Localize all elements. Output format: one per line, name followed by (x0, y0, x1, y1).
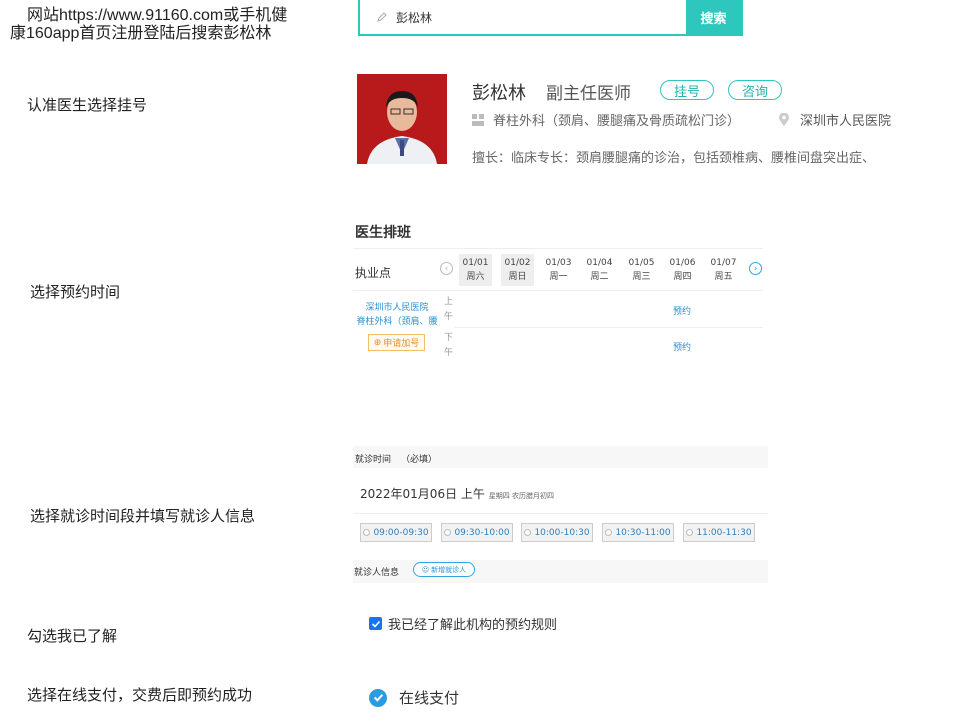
step-2-label: 认准医生选择挂号 (27, 96, 148, 114)
day-date: 01/05 (628, 258, 655, 268)
step-1-line-2: 康160app首页注册登陆后搜索彭松林 (10, 25, 272, 42)
doctor-hospital: 深圳市人民医院 (778, 110, 891, 129)
schedule-day: 01/05 周三 (625, 254, 658, 286)
doctor-dept-text: 脊柱外科（颈肩、腰腿痛及骨质疏松门诊） (493, 114, 741, 129)
day-week: 周二 (590, 272, 609, 282)
visit-time-card: 2022年01月06日 上午 星期四 农历腊月初四 09:00-09:30 09… (353, 468, 768, 560)
patient-info-label: 就诊人信息 (354, 568, 400, 578)
step-6-label: 选择在线支付，交费后即预约成功 (27, 686, 253, 704)
afternoon-label: 下午 (444, 333, 454, 358)
divider (353, 513, 768, 514)
schedule-location: 深圳市人民医院 脊柱外科（颈肩、腰 (353, 301, 441, 329)
schedule-day: 01/06 周四 (666, 254, 699, 286)
doctor-hospital-text: 深圳市人民医院 (800, 114, 892, 129)
day-date: 01/04 (586, 258, 613, 268)
visit-time-header: 就诊时间 （必填） (353, 446, 768, 468)
time-slot[interactable]: 11:00-11:30 (683, 523, 755, 542)
step-1-label: 网站https://www.91160.com或手机健 康160app首页注册登… (10, 7, 310, 43)
schedule-table: 执业点 ‹ 01/01 周六 01/02 周日 01/03 周一 01/04 周… (353, 248, 763, 363)
add-patient-button[interactable]: ☺ 新增就诊人 (413, 562, 475, 577)
doctor-name: 彭松林 (472, 83, 526, 104)
book-afternoon-button[interactable]: 预约 (673, 340, 691, 353)
day-date: 01/02 (504, 258, 531, 268)
doctor-title: 副主任医师 (546, 84, 631, 104)
time-slot[interactable]: 09:00-09:30 (360, 523, 432, 542)
pencil-icon (377, 12, 387, 22)
day-week: 周四 (673, 272, 692, 282)
step-4-label: 选择就诊时间段并填写就诊人信息 (30, 507, 256, 525)
apply-extra-button[interactable]: ⊕ 申请加号 (368, 334, 425, 351)
apply-extra-label: 申请加号 (383, 339, 420, 349)
check-circle-icon[interactable] (369, 688, 387, 707)
payment-label: 在线支付 (399, 689, 460, 707)
step-3-label: 选择预约时间 (30, 283, 121, 301)
visit-date-extra: 星期四 农历腊月初四 (488, 492, 554, 500)
visit-date: 2022年01月06日 上午 星期四 农历腊月初四 (360, 485, 554, 502)
visit-time-label: 就诊时间 (355, 455, 392, 465)
prev-week-icon[interactable]: ‹ (440, 262, 453, 275)
agree-rules-checkbox-row[interactable]: 我已经了解此机构的预约规则 (369, 614, 557, 633)
schedule-day: 01/01 周六 (459, 254, 492, 286)
day-week: 周一 (549, 272, 568, 282)
online-payment-option[interactable]: 在线支付 (369, 687, 459, 708)
checkbox-checked-icon[interactable] (369, 617, 382, 630)
morning-label: 上午 (444, 297, 454, 322)
location-column-label: 执业点 (355, 266, 392, 280)
day-date: 01/01 (462, 258, 489, 268)
time-slot[interactable]: 09:30-10:00 (441, 523, 513, 542)
schedule-title: 医生排班 (355, 225, 411, 241)
user-icon: ☺ (421, 565, 430, 574)
required-label: （必填） (401, 455, 438, 465)
day-date: 01/06 (669, 258, 696, 268)
plus-circle-icon: ⊕ (373, 337, 382, 348)
step-5-label: 勾选我已了解 (27, 627, 118, 645)
doctor-skill: 擅长：临床专长：颈肩腰腿痛的诊治，包括颈椎病、腰椎间盘突出症、 (472, 151, 876, 166)
row-divider (455, 327, 763, 328)
search-button[interactable]: 搜索 (686, 0, 741, 34)
schedule-day: 01/07 周五 (707, 254, 740, 286)
schedule-header: 执业点 ‹ 01/01 周六 01/02 周日 01/03 周一 01/04 周… (353, 249, 763, 291)
schedule-hospital-link[interactable]: 深圳市人民医院 (353, 301, 441, 315)
schedule-dept-link[interactable]: 脊柱外科（颈肩、腰 (353, 315, 441, 329)
doctor-dept: 脊柱外科（颈肩、腰腿痛及骨质疏松门诊） (471, 110, 740, 129)
day-date: 01/03 (545, 258, 572, 268)
search-bar: 彭松林 搜索 (358, 0, 743, 36)
day-week: 周五 (714, 272, 733, 282)
time-slot[interactable]: 10:00-10:30 (521, 523, 593, 542)
location-pin-icon (779, 112, 789, 126)
day-week: 周六 (466, 272, 485, 282)
visit-date-text: 2022年01月06日 上午 (360, 487, 485, 501)
visit-time-panel: 就诊时间 （必填） 2022年01月06日 上午 星期四 农历腊月初四 09:00… (353, 446, 768, 583)
department-icon (472, 113, 484, 126)
search-query: 彭松林 (396, 10, 433, 25)
doctor-photo (357, 74, 447, 164)
register-button[interactable]: 挂号 (660, 80, 714, 100)
schedule-day: 01/02 周日 (501, 254, 534, 286)
agree-label: 我已经了解此机构的预约规则 (388, 618, 558, 633)
day-week: 周三 (632, 272, 651, 282)
schedule-day: 01/04 周二 (583, 254, 616, 286)
search-input[interactable]: 彭松林 (360, 0, 686, 34)
day-week: 周日 (508, 272, 527, 282)
step-1-line-1: 网站https://www.91160.com或手机健 (27, 7, 288, 24)
day-date: 01/07 (710, 258, 737, 268)
next-week-icon[interactable]: › (749, 262, 762, 275)
add-patient-label: 新增就诊人 (431, 565, 467, 574)
consult-button[interactable]: 咨询 (728, 80, 782, 100)
schedule-day: 01/03 周一 (542, 254, 575, 286)
book-morning-button[interactable]: 预约 (673, 304, 691, 317)
time-slot[interactable]: 10:30-11:00 (602, 523, 674, 542)
